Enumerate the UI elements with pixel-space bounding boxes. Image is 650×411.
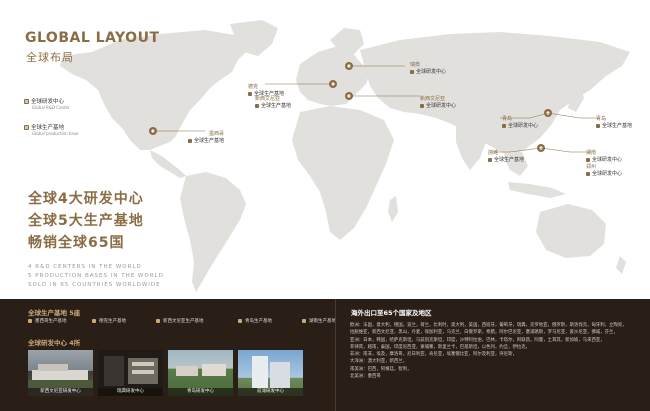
map-label-qingdao-rnd: 青岛 全球研发中心: [502, 116, 539, 129]
headline-rnd: 全球4大研发中心: [28, 191, 144, 207]
rnd-legend-icon: [24, 99, 29, 104]
headline-en-2: 5 PRODUCTION BASES IN THE WORLD: [28, 273, 164, 279]
production-item: 墨西哥生产基地: [28, 318, 92, 324]
rnd-title: 全球研发中心 4所: [28, 339, 81, 347]
page-title: GLOBAL LAYOUT: [25, 30, 160, 46]
australia-landmass: [536, 204, 606, 258]
export-line: 亚洲：日本，韩国，哈萨克斯坦，乌兹别克斯坦，印度，沙特阿拉伯，巴林，卡塔尔，阿联…: [350, 337, 605, 343]
headline-production: 全球5大生产基地: [28, 213, 144, 229]
export-line: 拉脱维亚，新西文尼亚，黑山，丹麦，保加利亚，乌克兰，白俄罗斯，希腊，阿尔巴尼亚，…: [350, 330, 618, 336]
headline-sales: 畅销全球65国: [28, 235, 125, 251]
map-label-hunan: 湖南 全球研发中心: [586, 150, 623, 163]
page-subtitle: 全球布局: [26, 51, 74, 64]
map-label-qiantan: 前滩 全球生产基地: [488, 150, 525, 163]
export-country-list: 欧洲：法国，意大利，德国，波兰，荷兰，比利时，奥大利，美国，西班牙，葡萄牙，瑞典…: [350, 322, 642, 380]
map-label-slovenia-rnd: 新西文尼亚 全球研发中心: [420, 96, 457, 109]
new-zealand-landmass: [616, 256, 626, 274]
map-label-slovenia-production: 新西文尼亚 全球生产基地: [255, 96, 292, 109]
production-item: 新西文尼亚生产基地: [156, 318, 238, 324]
export-line: 大洋洲：澳大利亚，新西兰，: [350, 359, 408, 365]
map-label-sweden: 瑞典 全球研发中心: [410, 62, 447, 75]
production-item: 青岛生产基地: [238, 318, 302, 324]
rnd-photo-qiantan: 前滩研发中心: [238, 350, 303, 396]
asia-landmass: [360, 32, 630, 156]
export-line: 非洲：南非，埃及，摩洛哥，尼日利亚，肯尼亚，埃塞俄比亚，阿尔及利亚，突尼斯，: [350, 352, 517, 358]
info-band: 全球生产基地 5座 墨西哥生产基地 德克生产基地 新西文尼亚生产基地 青岛生产基…: [0, 299, 650, 411]
legend-rnd: 全球研发中心 Global R&D Center: [24, 97, 70, 111]
africa-landmass: [292, 106, 394, 240]
rnd-photo-sweden: 瑞典研发中心: [98, 350, 163, 396]
map-section: GLOBAL LAYOUT 全球布局 全球研发中心 Global R&D Cen…: [0, 0, 650, 299]
bases-panel: 全球生产基地 5座 墨西哥生产基地 德克生产基地 新西文尼亚生产基地 青岛生产基…: [0, 299, 336, 411]
south-america-landmass: [180, 172, 246, 292]
export-line: 北美洲：墨西哥: [350, 374, 381, 380]
production-item: 德克生产基地: [92, 318, 156, 324]
production-title: 全球生产基地 5座: [28, 309, 81, 317]
headline-en-1: 4 R&D CENTERS IN THE WORLD: [28, 264, 142, 270]
production-list: 墨西哥生产基地 德克生产基地 新西文尼亚生产基地 青岛生产基地 湖南生产基地: [28, 318, 366, 324]
map-label-zhengzhou: 郑州 全球研发中心: [586, 164, 623, 177]
rnd-photo-qingdao: 青岛研发中心: [168, 350, 233, 396]
legend-production: 全球生产基地 Global production base: [24, 123, 78, 137]
headline-en-3: SOLD IN 65 COUNTRIES WORLDWIDE: [28, 282, 161, 288]
export-title: 海外出口至65个国家及地区: [351, 309, 432, 317]
central-america-landmass: [150, 150, 186, 178]
export-line: 菲律宾，越南，泰国，印度尼西亚，柬埔寨，斯里兰卡，巴基斯坦，以色列，约旦，伊拉克…: [350, 344, 531, 350]
rnd-photos: 新西文尼亚研发中心 瑞典研发中心 青岛研发中心 前滩研发中心: [28, 350, 303, 396]
map-label-mexico: 墨西哥 全球生产基地: [188, 131, 224, 145]
map-label-qingdao-production: 青岛 全球生产基地: [596, 116, 633, 129]
export-line: 欧洲：法国，意大利，德国，波兰，荷兰，比利时，奥大利，美国，西班牙，葡萄牙，瑞典…: [350, 323, 627, 328]
indonesia-landmass: [508, 182, 566, 198]
europe-landmass: [296, 46, 370, 106]
madagascar-landmass: [388, 196, 398, 222]
export-line: 南美洲：巴西，阿根廷，智利，: [350, 366, 412, 372]
rnd-photo-slovenia: 新西文尼亚研发中心: [28, 350, 93, 396]
production-legend-icon: [24, 125, 29, 130]
